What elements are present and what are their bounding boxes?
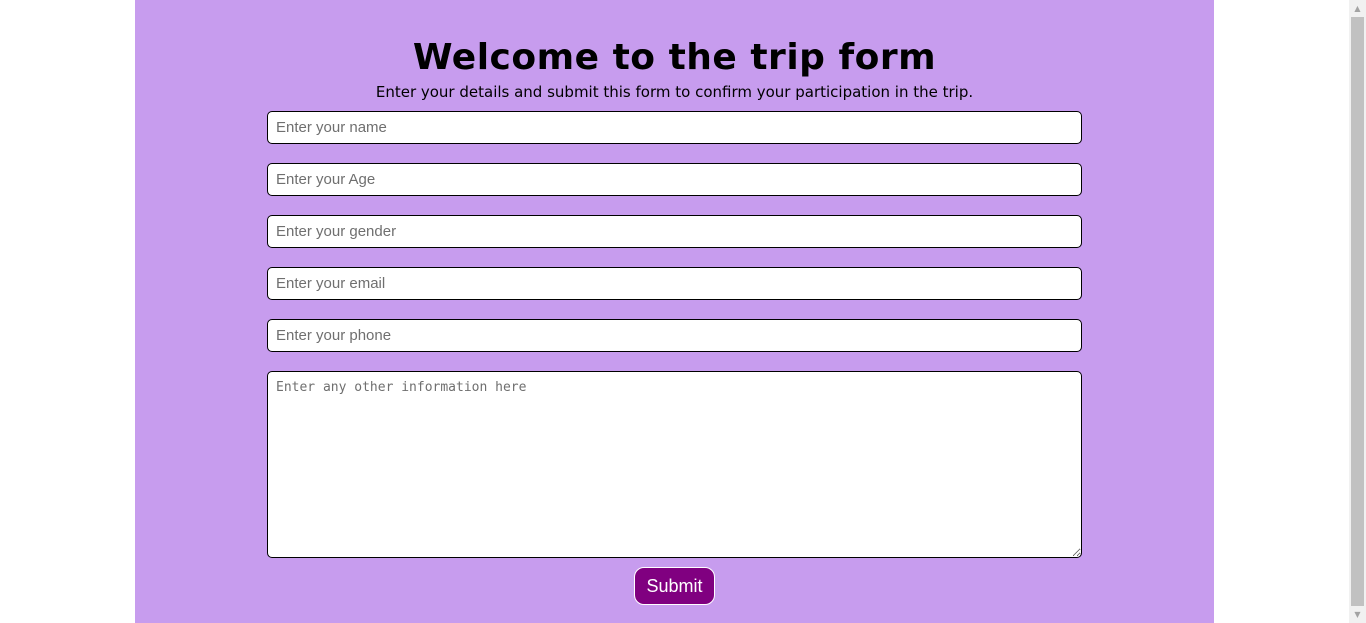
name-input[interactable] <box>267 111 1082 144</box>
vertical-scrollbar[interactable]: ▲ ▼ <box>1349 0 1366 623</box>
age-input[interactable] <box>267 163 1082 196</box>
form-container: Welcome to the trip form Enter your deta… <box>135 0 1214 623</box>
submit-button[interactable]: Submit <box>634 567 715 605</box>
page: Welcome to the trip form Enter your deta… <box>0 0 1366 623</box>
page-title: Welcome to the trip form <box>412 37 937 78</box>
triangle-down-icon[interactable]: ▼ <box>1349 606 1366 623</box>
gender-input[interactable] <box>267 215 1082 248</box>
scrollbar-thumb[interactable] <box>1351 17 1364 606</box>
triangle-up-icon[interactable]: ▲ <box>1349 0 1366 17</box>
email-input[interactable] <box>267 267 1082 300</box>
phone-input[interactable] <box>267 319 1082 352</box>
page-subtitle: Enter your details and submit this form … <box>375 83 974 101</box>
other-info-textarea[interactable] <box>267 371 1082 558</box>
